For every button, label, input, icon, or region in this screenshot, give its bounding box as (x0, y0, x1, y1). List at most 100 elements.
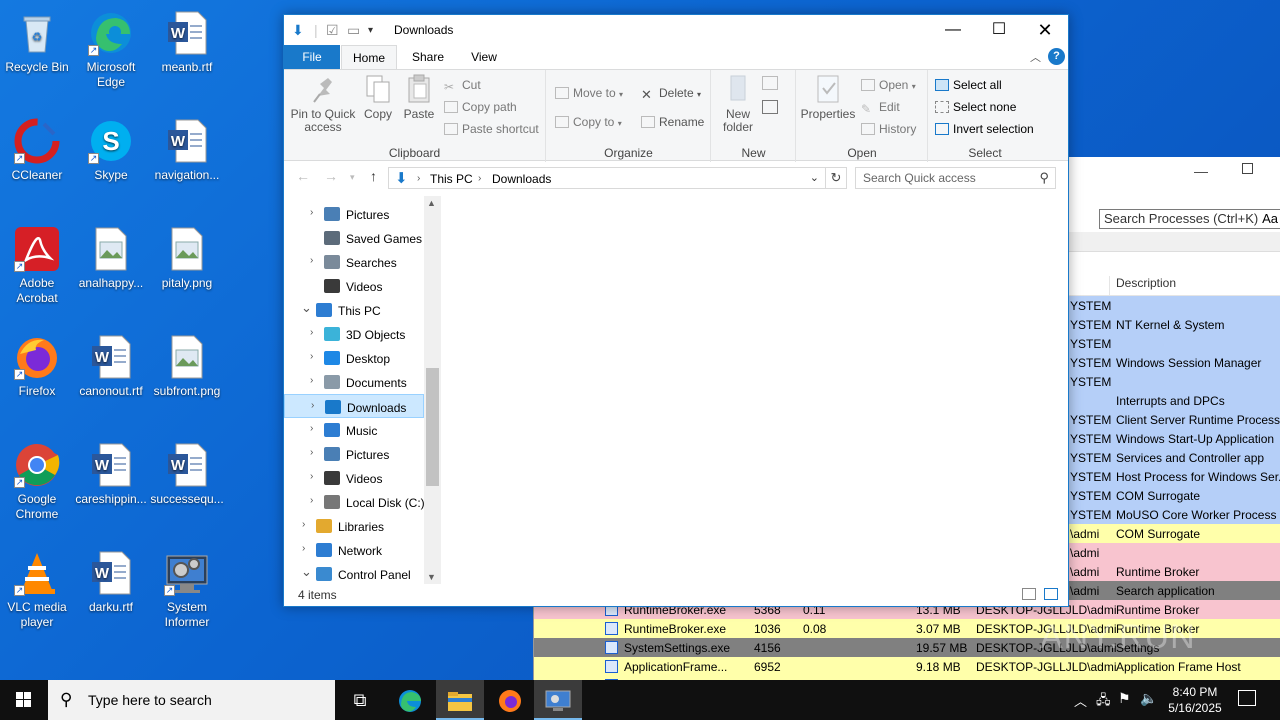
new-folder-quick-icon[interactable]: ▭ (347, 22, 360, 39)
process-row[interactable]: ApplicationFrame... 6952 9.18 MB DESKTOP-JG… (534, 657, 1280, 676)
notifications-icon[interactable] (1238, 690, 1256, 706)
up-arrow-icon[interactable]: ↑ (370, 168, 377, 184)
address-input[interactable]: ⬇ › This PC › Downloads ⌄ (388, 167, 826, 189)
select-none-button[interactable]: Select none (935, 100, 1016, 114)
expand-chevron-icon[interactable]: › (310, 207, 313, 218)
address-dropdown-icon[interactable]: ⌄ (810, 171, 819, 184)
flag-tray-icon[interactable]: ⚑ (1118, 690, 1131, 707)
desktop-icon-canonout[interactable]: W canonout.rtf (74, 328, 148, 399)
column-header-description[interactable]: Description (1109, 276, 1176, 296)
back-arrow-icon[interactable]: ← (296, 168, 310, 184)
properties-quick-icon[interactable]: ☑ (326, 22, 339, 39)
desktop-icon-careshippin[interactable]: W careshippin... (74, 436, 148, 507)
refresh-icon[interactable]: ↻ (825, 167, 847, 189)
expand-chevron-icon[interactable]: › (310, 471, 313, 482)
desktop-icon-microsoft-edge[interactable]: ↗ Microsoft Edge (74, 4, 148, 90)
clock[interactable]: 8:40 PM 5/16/2025 (1160, 684, 1230, 716)
taskbar-system-informer-icon[interactable] (534, 680, 582, 720)
taskbar-edge-icon[interactable] (386, 680, 434, 720)
nav-item-local-disk-c[interactable]: › Local Disk (C:) (284, 490, 425, 514)
tab-view[interactable]: View (458, 45, 510, 69)
file-list-area[interactable] (441, 196, 1068, 584)
desktop-icon-subfront[interactable]: subfront.png (150, 328, 224, 399)
breadcrumb-this-pc[interactable]: This PC (430, 172, 473, 186)
cut-button[interactable]: ✂ Cut (444, 78, 481, 94)
desktop-icon-meanb[interactable]: W meanb.rtf (150, 4, 224, 75)
nav-item-control-panel[interactable]: ⌄ Control Panel (284, 562, 424, 584)
delete-button[interactable]: ✕ Delete ▾ (641, 86, 701, 102)
minimize-button[interactable]: — (930, 15, 976, 45)
desktop-icon-google-chrome[interactable]: ↗ Google Chrome (0, 436, 74, 522)
expand-chevron-icon[interactable]: › (310, 375, 313, 386)
scroll-up-icon[interactable]: ▲ (427, 198, 436, 208)
easy-access-icon[interactable] (762, 100, 778, 114)
invert-selection-button[interactable]: Invert selection (935, 122, 1034, 136)
help-icon[interactable]: ? (1048, 48, 1065, 65)
select-all-button[interactable]: Select all (935, 78, 1002, 92)
nav-item-pictures[interactable]: › Pictures (284, 202, 424, 226)
tab-file[interactable]: File (284, 45, 340, 69)
nav-item-desktop[interactable]: › Desktop (284, 346, 424, 370)
nav-item-videos[interactable]: Videos (284, 274, 424, 298)
copy-button[interactable]: Copy (360, 74, 396, 121)
taskbar-file-explorer-icon[interactable] (436, 680, 484, 720)
nav-item-music[interactable]: › Music (284, 418, 424, 442)
collapse-ribbon-icon[interactable]: ︿ (1030, 49, 1041, 65)
expand-chevron-icon[interactable]: › (310, 495, 313, 506)
nav-item-saved-games[interactable]: Saved Games (284, 226, 424, 250)
details-view-icon[interactable] (1022, 588, 1036, 600)
edit-button[interactable]: ✎ Edit (861, 100, 900, 116)
taskbar-search-box[interactable]: ⚲ Type here to search (48, 680, 335, 720)
expand-chevron-icon[interactable]: › (310, 327, 313, 338)
collapse-chevron-icon[interactable]: ⌄ (301, 564, 312, 580)
navigation-scrollbar[interactable]: ▲ ▼ (424, 196, 441, 584)
paste-button[interactable]: Paste (400, 74, 438, 121)
desktop-icon-navigation[interactable]: W navigation... (150, 112, 224, 183)
expand-chevron-icon[interactable]: › (310, 351, 313, 362)
maximize-icon[interactable] (1242, 163, 1253, 174)
desktop-icon-skype[interactable]: S ↗ Skype (74, 112, 148, 183)
copy-path-button[interactable]: Copy path (444, 100, 517, 114)
nav-item-network[interactable]: › Network (284, 538, 424, 562)
breadcrumb-downloads[interactable]: Downloads (492, 172, 551, 186)
forward-arrow-icon[interactable]: → (324, 168, 338, 184)
expand-chevron-icon[interactable]: › (302, 519, 305, 530)
desktop-icon-adobe-acrobat[interactable]: ↗ Adobe Acrobat (0, 220, 74, 306)
search-input[interactable]: Search Quick access ⚲ (855, 167, 1056, 189)
collapse-chevron-icon[interactable]: ⌄ (301, 300, 312, 316)
copy-to-button[interactable]: Copy to ▾ (555, 115, 622, 129)
recent-locations-icon[interactable]: ▾ (350, 172, 355, 183)
show-hidden-icons-icon[interactable]: ︿ (1074, 691, 1087, 710)
open-button[interactable]: Open ▾ (861, 78, 916, 92)
desktop-icon-firefox[interactable]: ↗ Firefox (0, 328, 74, 399)
start-button[interactable] (0, 680, 48, 720)
volume-icon[interactable]: 🔈 (1140, 690, 1157, 707)
expand-chevron-icon[interactable]: › (302, 543, 305, 554)
desktop-icon-recycle-bin[interactable]: ♻ Recycle Bin (0, 4, 74, 75)
tab-share[interactable]: Share (402, 45, 454, 69)
scroll-thumb[interactable] (426, 368, 439, 486)
nav-item-downloads[interactable]: › Downloads (284, 394, 424, 418)
expand-chevron-icon[interactable]: › (310, 255, 313, 266)
history-button[interactable]: History (861, 122, 916, 136)
maximize-button[interactable]: ☐ (976, 15, 1022, 45)
match-case-toggle[interactable]: Aa (1262, 211, 1278, 226)
desktop-icon-darku[interactable]: W darku.rtf (74, 544, 148, 615)
nav-item-3d-objects[interactable]: › 3D Objects (284, 322, 424, 346)
move-to-button[interactable]: Move to ▾ (555, 86, 623, 100)
desktop-icon-pitaly[interactable]: pitaly.png (150, 220, 224, 291)
desktop-icon-ccleaner[interactable]: ↗ CCleaner (0, 112, 74, 183)
desktop-icon-successequ[interactable]: W successequ... (150, 436, 224, 507)
desktop-icon-system-informer[interactable]: ↗ System Informer (150, 544, 224, 630)
nav-item-videos[interactable]: › Videos (284, 466, 424, 490)
nav-item-libraries[interactable]: › Libraries (284, 514, 424, 538)
nav-item-searches[interactable]: › Searches (284, 250, 424, 274)
minimize-icon[interactable]: — (1194, 163, 1208, 179)
desktop-icon-vlc[interactable]: ↗ VLC media player (0, 544, 74, 630)
close-button[interactable]: ✕ (1022, 15, 1068, 45)
rename-button[interactable]: Rename (641, 115, 704, 129)
task-view-icon[interactable]: ⧉ (336, 680, 384, 720)
nav-item-documents[interactable]: › Documents (284, 370, 424, 394)
customize-quick-access-icon[interactable]: ▾ (368, 25, 373, 36)
expand-chevron-icon[interactable]: › (311, 400, 314, 411)
